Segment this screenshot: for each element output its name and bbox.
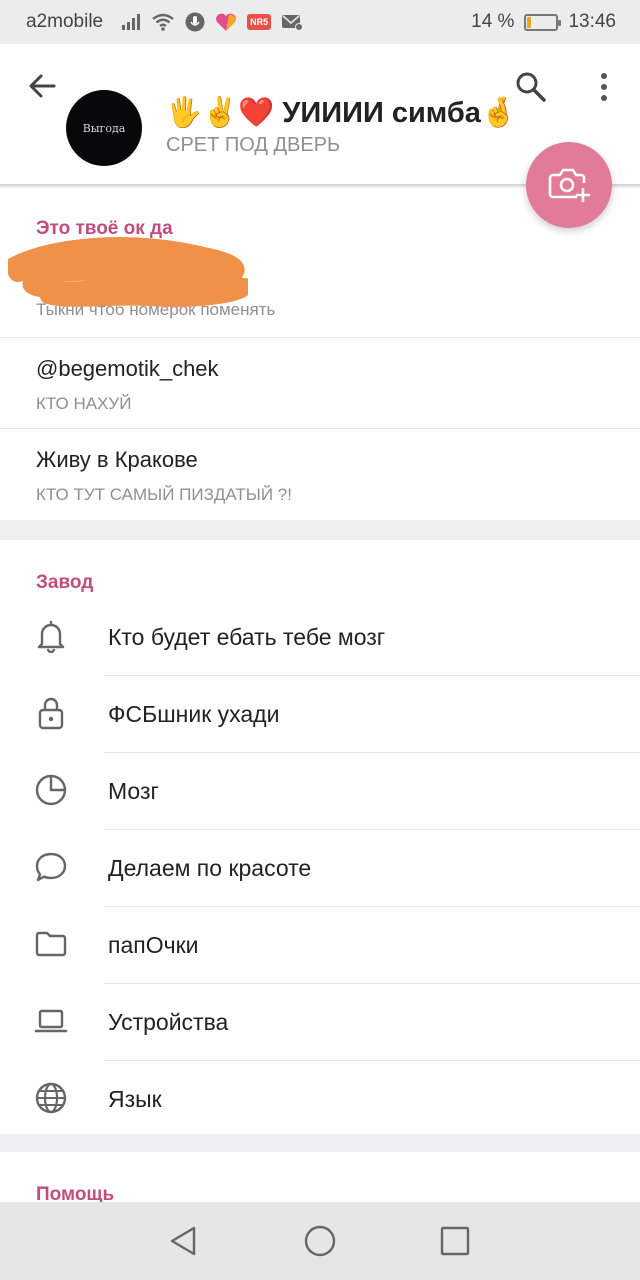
bio-value: Живу в Кракове bbox=[36, 447, 198, 472]
battery-icon bbox=[524, 13, 562, 31]
settings-item-label: папОчки bbox=[108, 932, 199, 958]
battery-percent: 14 % bbox=[471, 11, 515, 32]
bio-label: КТО ТУТ САМЫЙ ПИЗДАТЫЙ ?! bbox=[36, 485, 292, 504]
battery-fill bbox=[527, 16, 532, 28]
username-label: КТО НАХУЙ bbox=[36, 394, 132, 413]
settings-item-label: ФСБшник ухади bbox=[108, 701, 280, 727]
settings-item-data[interactable]: Мозг bbox=[0, 753, 640, 830]
camera-add-icon bbox=[548, 168, 591, 203]
search-icon[interactable] bbox=[514, 70, 548, 104]
profile-name: 🖐✌️❤️ УИИИИ симба🤞 bbox=[166, 97, 518, 129]
mic-icon bbox=[185, 12, 205, 32]
more-options-icon[interactable] bbox=[592, 70, 616, 104]
nav-recents-icon[interactable] bbox=[438, 1224, 472, 1258]
system-nav-bar bbox=[0, 1202, 640, 1280]
badge-icon: NR5 bbox=[247, 14, 272, 30]
username-row[interactable]: @begemotik_chek КТО НАХУЙ bbox=[0, 338, 640, 428]
profile-status: СРЕТ ПОД ДВЕРЬ bbox=[166, 134, 341, 156]
lock-icon bbox=[34, 696, 68, 730]
avatar-text: Выгода bbox=[82, 121, 126, 135]
settings-item-label: Устройства bbox=[108, 1009, 229, 1035]
signal-icon bbox=[121, 14, 141, 30]
set-photo-button[interactable] bbox=[526, 142, 612, 228]
settings-item-label: Мозг bbox=[108, 778, 159, 804]
clock: 13:46 bbox=[568, 11, 616, 32]
avatar[interactable]: Выгода bbox=[66, 90, 142, 166]
dot bbox=[601, 84, 607, 90]
status-bar-right: 14 % 13:46 bbox=[471, 11, 616, 33]
bio-row[interactable]: Живу в Кракове КТО ТУТ САМЫЙ ПИЗДАТЫЙ ?! bbox=[0, 429, 640, 519]
settings-item-folders[interactable]: папОчки bbox=[0, 907, 640, 984]
carrier-name: a2mobile bbox=[26, 11, 104, 32]
settings-item-label: Кто будет ебать тебе мозг bbox=[108, 624, 386, 650]
settings-item-label: Делаем по красоте bbox=[108, 855, 312, 881]
username-value: @begemotik_chek bbox=[36, 356, 219, 381]
globe-icon bbox=[34, 1081, 68, 1115]
account-section: Это твоё ок да Тыкни чтоб номерок поменя… bbox=[0, 188, 640, 520]
redaction-scribble bbox=[8, 237, 248, 307]
nav-home-icon[interactable] bbox=[303, 1224, 337, 1258]
settings-item-label: Язык bbox=[108, 1086, 162, 1112]
chat-bubble-icon bbox=[34, 850, 68, 884]
settings-section: Завод Кто будет ебать тебе мозг ФСБшник … bbox=[0, 540, 640, 1134]
app-heart-icon bbox=[215, 12, 237, 32]
folder-icon bbox=[34, 927, 68, 961]
dot bbox=[601, 95, 607, 101]
help-section: Помощь bbox=[0, 1152, 640, 1205]
settings-item-language[interactable]: Язык bbox=[0, 1061, 640, 1138]
nav-back-icon[interactable] bbox=[166, 1224, 200, 1258]
settings-section-title: Завод bbox=[36, 572, 94, 593]
mail-icon bbox=[281, 13, 304, 31]
settings-item-chat[interactable]: Делаем по красоте bbox=[0, 830, 640, 907]
laptop-icon bbox=[34, 1004, 68, 1038]
bell-icon bbox=[34, 619, 68, 654]
status-bar-left: a2mobile NR5 bbox=[26, 11, 304, 33]
dot bbox=[601, 73, 607, 79]
status-bar: a2mobile NR5 14 % 13:46 bbox=[0, 0, 640, 44]
back-arrow-icon[interactable] bbox=[26, 70, 58, 102]
wifi-icon bbox=[151, 13, 175, 31]
settings-item-notifications[interactable]: Кто будет ебать тебе мозг bbox=[0, 599, 640, 676]
pie-chart-icon bbox=[34, 773, 68, 807]
settings-item-privacy[interactable]: ФСБшник ухади bbox=[0, 676, 640, 753]
settings-item-devices[interactable]: Устройства bbox=[0, 984, 640, 1061]
